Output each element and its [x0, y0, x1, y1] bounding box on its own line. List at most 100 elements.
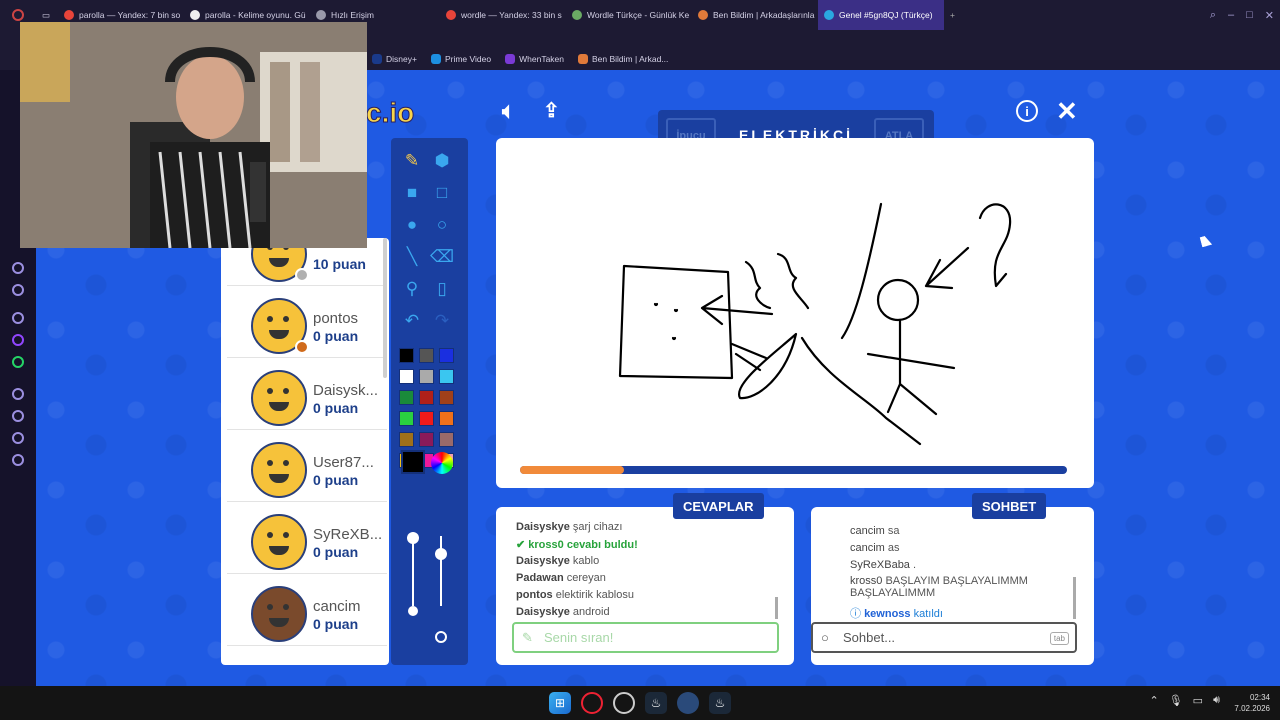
opacity-slider[interactable]	[435, 548, 447, 560]
start-button[interactable]: ⊞	[549, 692, 571, 714]
sidebar-settings-icon[interactable]	[12, 454, 24, 466]
answer-input[interactable]: ✎ Senin sıran!	[512, 622, 779, 653]
close-icon[interactable]: ✕	[1056, 96, 1078, 127]
color-swatch[interactable]	[399, 390, 414, 405]
answers-scrollbar[interactable]	[775, 597, 778, 619]
color-swatch[interactable]	[439, 411, 454, 426]
color-swatch[interactable]	[399, 411, 414, 426]
new-tab-button[interactable]: +	[944, 0, 964, 30]
brush-size-track	[412, 536, 414, 606]
bookmark-item[interactable]: Prime Video	[430, 54, 491, 64]
taskbar-steam-icon[interactable]: ♨	[645, 692, 667, 714]
rectangle-tool-icon[interactable]: □	[429, 180, 455, 206]
sidebar-history-icon[interactable]	[12, 410, 24, 422]
color-swatch[interactable]	[439, 390, 454, 405]
circle-tool-icon[interactable]: ○	[429, 212, 455, 238]
bookmark-item[interactable]: WhenTaken	[505, 54, 564, 64]
chat-placeholder: Sohbet...	[843, 630, 896, 645]
color-swatch[interactable]	[419, 432, 434, 447]
browser-tab[interactable]: Ben Bildim | Arkadaşlarınla	[692, 0, 818, 30]
eraser-tool-icon[interactable]: ⌫	[429, 244, 455, 270]
taskbar-steam2-icon[interactable]: ♨	[709, 692, 731, 714]
sound-icon[interactable]: 🔈︎	[502, 98, 515, 124]
taskbar-app-icon[interactable]	[677, 692, 699, 714]
tab-favicon-icon	[698, 10, 708, 20]
player-score: 0 puan	[313, 616, 359, 632]
share-icon[interactable]: ⇪	[543, 98, 560, 123]
player-card[interactable]: Daisysk... 0 puan	[227, 362, 387, 430]
brush-size-handle[interactable]	[408, 606, 418, 616]
minimize-icon[interactable]: –	[1228, 9, 1234, 21]
info-icon[interactable]: i	[1016, 100, 1038, 122]
clear-canvas-icon[interactable]: ▯	[429, 276, 455, 302]
sidebar-twitch-icon[interactable]	[12, 334, 24, 346]
eyedropper-tool-icon[interactable]: ⚲	[399, 276, 425, 302]
player-card[interactable]: User87... 0 puan	[227, 434, 387, 502]
brush-size-slider[interactable]	[407, 532, 419, 544]
current-color-swatch[interactable]	[401, 450, 425, 474]
opacity-handle[interactable]	[435, 631, 447, 643]
chat-user: cancim	[850, 542, 885, 554]
color-swatch[interactable]	[419, 390, 434, 405]
bookmark-label: WhenTaken	[519, 54, 564, 64]
player-card[interactable]: pontos 0 puan	[227, 290, 387, 358]
maximize-icon[interactable]: □	[1246, 9, 1253, 21]
bookmark-item[interactable]: Disney+	[372, 54, 417, 64]
redo-icon[interactable]: ↷	[429, 308, 455, 334]
browser-tab[interactable]: Genel #5gn8QJ (Türkçe)	[818, 0, 944, 30]
color-swatch[interactable]	[419, 369, 434, 384]
color-wheel-icon[interactable]	[431, 452, 453, 474]
color-swatch[interactable]	[419, 348, 434, 363]
sidebar-player-icon[interactable]	[12, 388, 24, 400]
taskbar-obs-icon[interactable]	[613, 692, 635, 714]
search-tabs-icon[interactable]: ⌕	[1210, 9, 1216, 22]
color-swatch[interactable]	[439, 369, 454, 384]
taskbar-opera-icon[interactable]	[581, 692, 603, 714]
chat-line: ⓘ kewnoss katıldı	[850, 605, 943, 621]
sidebar-messenger-icon[interactable]	[12, 262, 24, 274]
player-name: cancim	[313, 598, 361, 615]
fill-tool-icon[interactable]: ⬢	[429, 148, 455, 174]
color-swatch[interactable]	[419, 411, 434, 426]
line-tool-icon[interactable]: ╲	[399, 244, 425, 270]
volume-icon[interactable]: 🔊︎	[1213, 694, 1220, 707]
bookmark-item[interactable]: Ben Bildim | Arkad...	[578, 54, 668, 64]
color-swatch[interactable]	[399, 432, 414, 447]
player-name: User87...	[313, 454, 374, 471]
system-clock[interactable]: 02:34 7.02.2026	[1234, 692, 1270, 714]
tray-chevron-icon[interactable]: ⌃	[1149, 694, 1158, 707]
filled-circle-tool-icon[interactable]: ●	[399, 212, 425, 238]
color-swatch[interactable]	[399, 369, 414, 384]
sketch-dots	[653, 302, 679, 341]
color-swatch[interactable]	[399, 348, 414, 363]
sidebar-extensions-icon[interactable]	[12, 432, 24, 444]
sidebar-chatgpt-icon[interactable]	[12, 312, 24, 324]
filled-rectangle-tool-icon[interactable]: ■	[399, 180, 425, 206]
answer-text: elektirik kablosu	[555, 589, 634, 601]
color-swatch[interactable]	[439, 432, 454, 447]
display-icon[interactable]: ▭	[1193, 694, 1203, 707]
sidebar-mail-icon[interactable]	[12, 284, 24, 296]
bookmark-favicon-icon	[505, 54, 516, 64]
close-window-icon[interactable]: ✕	[1265, 9, 1274, 22]
player-name: pontos	[313, 310, 359, 327]
pencil-tool-icon[interactable]: ✎	[399, 148, 425, 174]
undo-icon[interactable]: ↶	[399, 308, 425, 334]
player-card[interactable]: cancim 0 puan	[227, 578, 387, 646]
player-card[interactable]: SyReXB... 0 puan	[227, 506, 387, 574]
drawing-canvas[interactable]	[496, 138, 1094, 488]
chat-scrollbar[interactable]	[1073, 577, 1076, 619]
chat-input[interactable]: ○ Sohbet... tab	[811, 622, 1077, 653]
browser-tab[interactable]: wordle — Yandex: 33 bin s	[440, 0, 566, 30]
answer-line: Daisyskye kablo	[516, 555, 599, 567]
sidebar-whatsapp-icon[interactable]	[12, 356, 24, 368]
answer-text: android	[572, 606, 610, 618]
answer-placeholder: Senin sıran!	[544, 630, 614, 645]
microphone-icon[interactable]: 🎙︎	[1169, 694, 1183, 707]
player-list-scrollbar[interactable]	[383, 238, 387, 378]
player-avatar	[251, 370, 307, 426]
chat-title: SOHBET	[972, 493, 1047, 519]
answer-user: Daisyskye	[516, 521, 570, 533]
color-swatch[interactable]	[439, 348, 454, 363]
browser-tab[interactable]: Wordle Türkçe - Günlük Ke	[566, 0, 692, 30]
